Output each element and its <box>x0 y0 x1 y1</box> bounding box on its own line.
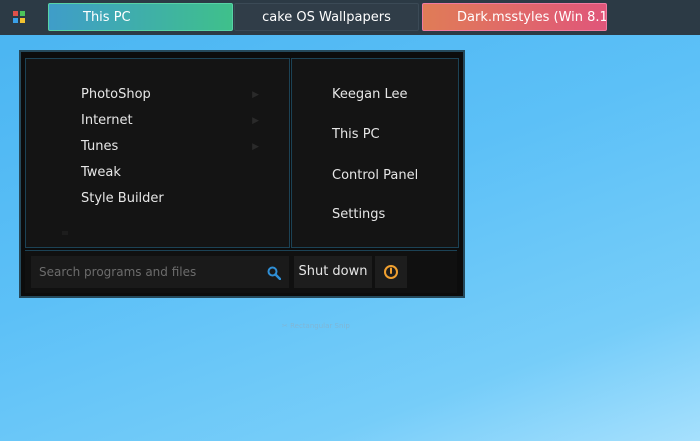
search-icon[interactable] <box>267 265 282 281</box>
program-item-tunes[interactable]: Tunes ▶ <box>81 137 281 157</box>
program-label: Style Builder <box>81 191 164 206</box>
chevron-right-icon: ▶ <box>252 90 259 100</box>
scissors-icon: ✂ <box>282 322 288 330</box>
all-programs-indicator <box>62 231 68 235</box>
taskbar-item-dark-msstyles[interactable]: Dark.msstyles (Win 8.1... <box>422 3 607 31</box>
faint-snip-label: ✂ Rectangular Snip <box>282 322 350 330</box>
start-menu: PhotoShop ▶ Internet ▶ Tunes ▶ Tweak Sty… <box>19 50 465 298</box>
program-label: PhotoShop <box>81 87 151 102</box>
place-item-control-panel[interactable]: Control Panel <box>332 166 418 186</box>
start-button[interactable] <box>11 9 27 25</box>
chevron-right-icon: ▶ <box>252 142 259 152</box>
program-label: Internet <box>81 113 133 128</box>
place-item-this-pc[interactable]: This PC <box>332 125 380 145</box>
power-icon <box>384 265 398 279</box>
program-item-photoshop[interactable]: PhotoShop ▶ <box>81 85 281 105</box>
places-list: Keegan Lee This PC Control Panel Setting… <box>291 58 459 248</box>
program-item-internet[interactable]: Internet ▶ <box>81 111 281 131</box>
windows-logo-icon <box>13 11 18 16</box>
program-label: Tunes <box>81 139 119 154</box>
programs-list: PhotoShop ▶ Internet ▶ Tunes ▶ Tweak Sty… <box>25 58 290 248</box>
chevron-right-icon: ▶ <box>252 116 259 126</box>
program-label: Tweak <box>81 165 121 180</box>
start-menu-footer: Shut down <box>25 250 457 293</box>
program-item-tweak[interactable]: Tweak <box>81 163 281 183</box>
place-item-settings[interactable]: Settings <box>332 205 385 225</box>
taskbar-item-cake-os-wallpapers[interactable]: cake OS Wallpapers <box>234 3 419 31</box>
taskbar-item-this-pc[interactable]: This PC <box>48 3 233 31</box>
search-input[interactable] <box>31 256 289 288</box>
program-item-style-builder[interactable]: Style Builder <box>81 189 281 209</box>
shutdown-button[interactable]: Shut down <box>294 256 372 288</box>
place-item-user[interactable]: Keegan Lee <box>332 85 407 105</box>
power-options-button[interactable] <box>375 256 407 288</box>
taskbar: This PC cake OS Wallpapers Dark.msstyles… <box>0 0 700 35</box>
